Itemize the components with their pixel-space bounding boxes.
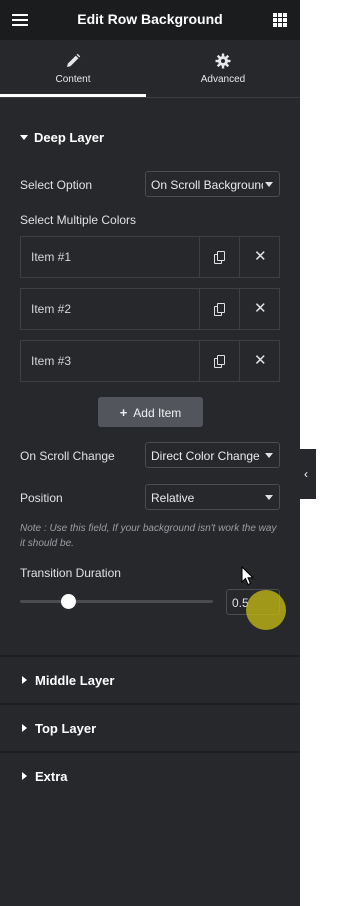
duplicate-icon (214, 303, 226, 316)
duplicate-icon (214, 355, 226, 368)
tab-advanced-label: Advanced (200, 74, 246, 85)
position-value: Relative (151, 491, 195, 505)
collapse-panel-button[interactable]: ‹ (300, 449, 316, 499)
mouse-cursor-icon (241, 566, 255, 586)
section-top-layer[interactable]: Top Layer (20, 721, 96, 736)
transition-slider-handle[interactable] (60, 594, 76, 609)
select-option-value: On Scroll Background (151, 178, 263, 192)
help-note: Note : Use this field, If your backgroun… (20, 523, 277, 549)
remove-button[interactable]: ✕ (239, 289, 279, 329)
gear-icon (215, 53, 231, 69)
repeater-item[interactable]: Item #1 ✕ (20, 236, 280, 278)
duplicate-button[interactable] (199, 289, 239, 329)
close-icon: ✕ (254, 248, 267, 265)
section-deep-layer[interactable]: Deep Layer (20, 130, 104, 145)
click-highlight (246, 590, 286, 630)
chevron-left-icon: ‹ (304, 467, 308, 481)
scroll-change-value: Direct Color Change (151, 449, 260, 463)
section-extra[interactable]: Extra (20, 769, 68, 784)
chevron-down-icon (265, 182, 273, 187)
caret-right-icon (22, 772, 27, 780)
section-deep-layer-title: Deep Layer (34, 130, 105, 145)
close-icon: ✕ (254, 352, 267, 369)
repeater-item-label: Item #1 (31, 250, 72, 264)
duplicate-icon (214, 251, 226, 264)
repeater-item[interactable]: Item #2 ✕ (20, 288, 280, 330)
duplicate-button[interactable] (199, 341, 239, 381)
section-middle-layer[interactable]: Middle Layer (20, 673, 114, 688)
remove-button[interactable]: ✕ (239, 237, 279, 277)
section-divider (0, 751, 300, 753)
tab-content[interactable]: Content (0, 40, 146, 97)
position-label: Position (20, 491, 63, 505)
top-bar: Edit Row Background (0, 0, 300, 40)
plus-icon: + (119, 405, 128, 420)
tab-advanced[interactable]: Advanced (150, 40, 296, 97)
select-option-label: Select Option (20, 178, 93, 192)
section-divider (0, 703, 300, 705)
pencil-icon (67, 53, 81, 67)
chevron-down-icon (265, 453, 273, 458)
repeater-item-label: Item #2 (31, 302, 72, 316)
editor-panel: Edit Row Background Content Advanced Dee… (0, 0, 300, 906)
caret-right-icon (22, 724, 27, 732)
remove-button[interactable]: ✕ (239, 341, 279, 381)
add-item-label: Add Item (133, 406, 182, 420)
grid-icon[interactable] (273, 13, 287, 27)
scroll-change-label: On Scroll Change (20, 449, 115, 463)
panel-tabs: Content Advanced (0, 40, 300, 98)
multiple-colors-label: Select Multiple Colors (20, 213, 137, 227)
repeater-item[interactable]: Item #3 ✕ (20, 340, 280, 382)
select-option-dropdown[interactable]: On Scroll Background (145, 171, 280, 197)
caret-down-icon (20, 135, 28, 140)
section-extra-title: Extra (35, 769, 68, 784)
close-icon: ✕ (254, 300, 267, 317)
repeater-item-label: Item #3 (31, 354, 72, 368)
section-middle-layer-title: Middle Layer (35, 673, 115, 688)
scroll-change-dropdown[interactable]: Direct Color Change (145, 442, 280, 468)
section-divider (0, 655, 300, 657)
chevron-down-icon (265, 495, 273, 500)
add-item-button[interactable]: + Add Item (98, 397, 203, 427)
duplicate-button[interactable] (199, 237, 239, 277)
position-dropdown[interactable]: Relative (145, 484, 280, 510)
transition-duration-label: Transition Duration (20, 566, 121, 580)
caret-right-icon (22, 676, 27, 684)
tab-content-label: Content (55, 74, 91, 85)
section-top-layer-title: Top Layer (35, 721, 97, 736)
panel-title: Edit Row Background (77, 11, 223, 27)
transition-slider-track[interactable] (20, 600, 213, 603)
